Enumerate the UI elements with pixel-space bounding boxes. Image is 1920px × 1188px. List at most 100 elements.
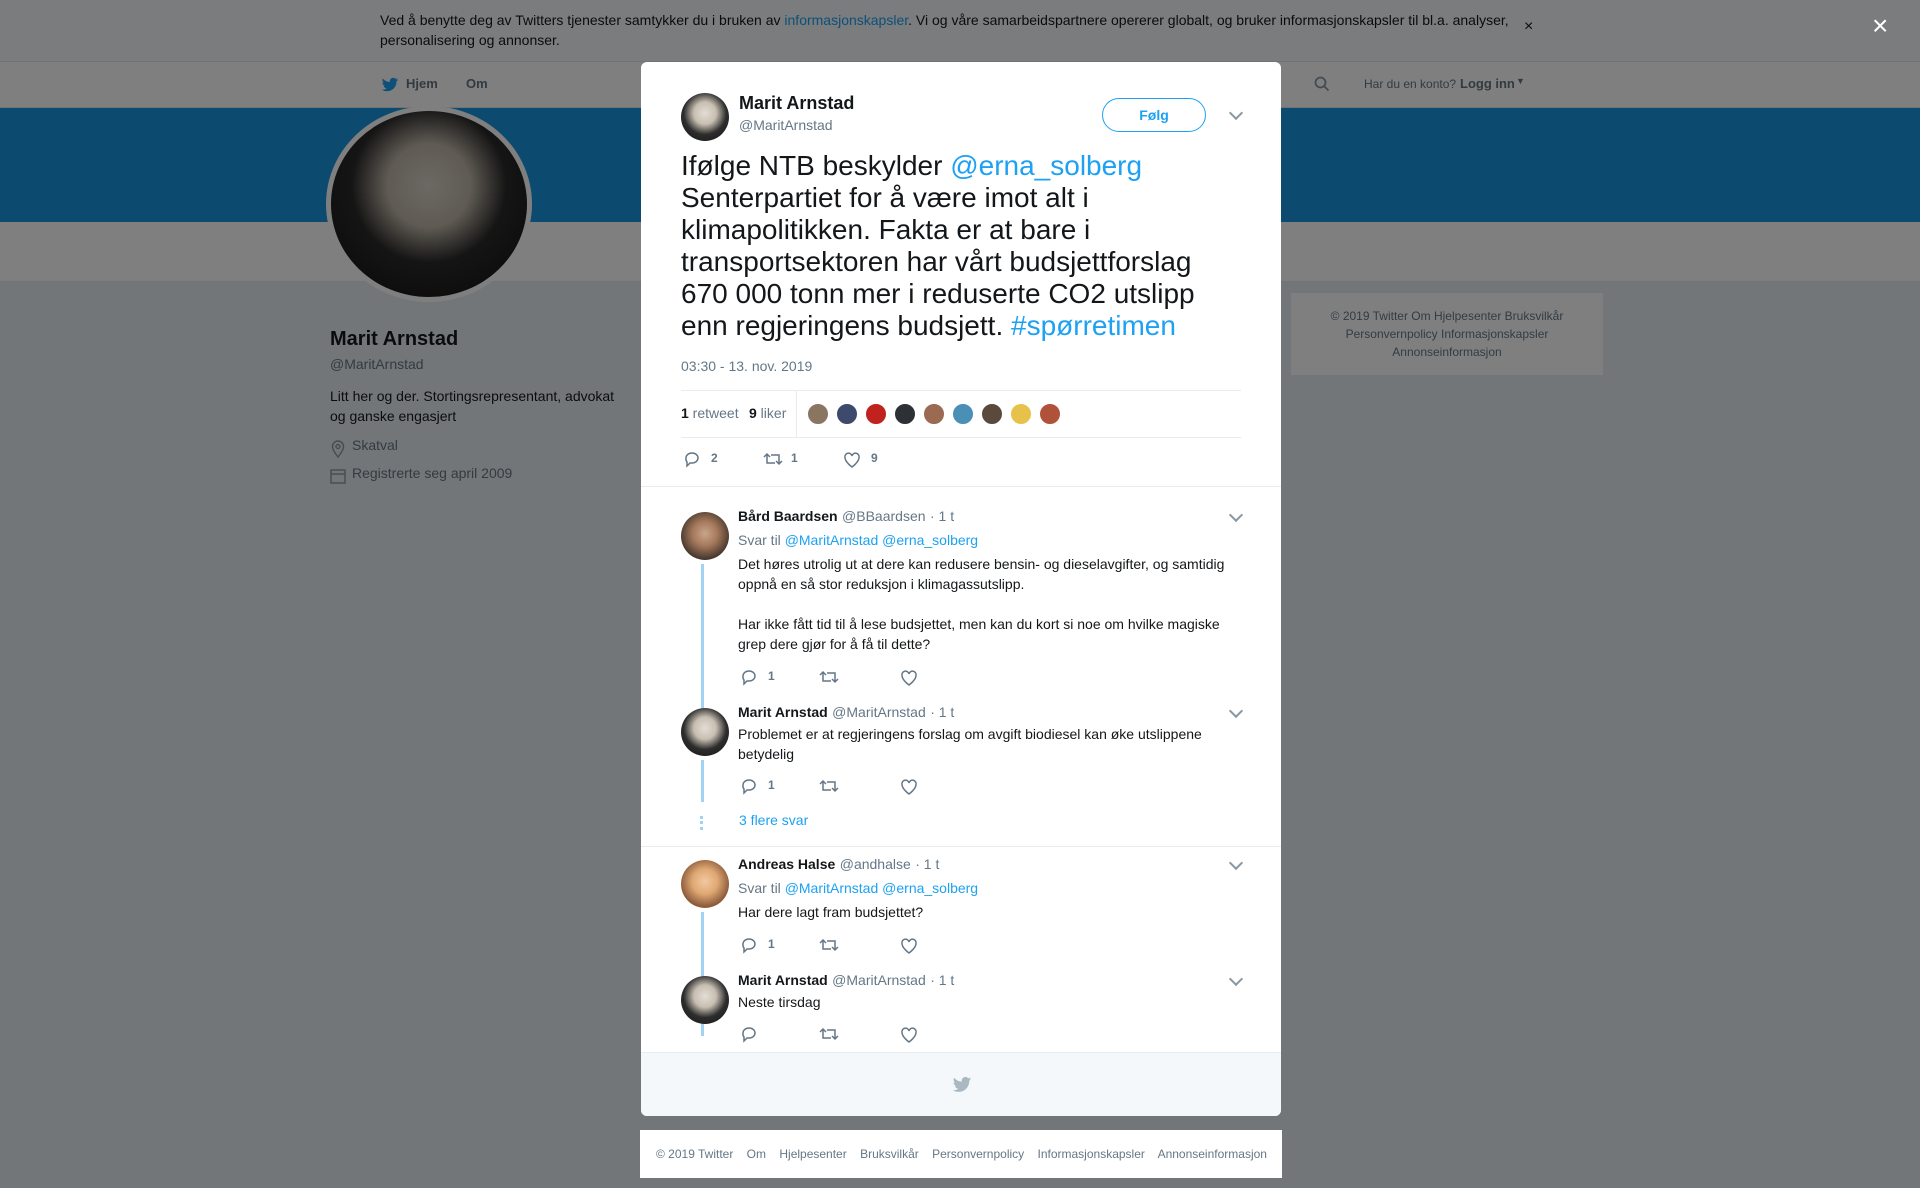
heart-icon[interactable] xyxy=(843,451,861,469)
reply-header: Marit Arnstad @MaritArnstad · 1 t xyxy=(738,704,954,722)
heart-icon[interactable] xyxy=(900,778,918,796)
avatar[interactable] xyxy=(681,976,729,1024)
heart-icon[interactable] xyxy=(900,1026,918,1044)
retweet-icon[interactable] xyxy=(819,777,839,795)
footer-link[interactable]: Annonseinformasjon xyxy=(1158,1147,1267,1161)
reply-count: 1 xyxy=(768,937,775,951)
liker-avatar[interactable] xyxy=(1039,403,1061,425)
mention-link[interactable]: @erna_solberg xyxy=(882,880,978,896)
chevron-down-icon[interactable] xyxy=(1228,507,1244,523)
reply-text: Har dere lagt fram budsjettet? xyxy=(738,904,924,920)
avatar[interactable] xyxy=(681,708,729,756)
more-replies-link[interactable]: 3 flere svar xyxy=(739,812,808,828)
divider xyxy=(641,486,1281,487)
reply-to-label: Svar til xyxy=(738,880,785,896)
footer-link[interactable]: Informasjonskapsler xyxy=(1038,1147,1145,1161)
reply-text: Det høres utrolig ut at dere kan reduser… xyxy=(738,556,1225,592)
reply-to-line: Svar til @MaritArnstad @erna_solberg xyxy=(738,880,978,896)
follow-button[interactable]: Følg xyxy=(1102,98,1206,132)
reply-time[interactable]: · 1 t xyxy=(930,704,954,720)
mention-link[interactable]: @erna_solberg xyxy=(950,150,1142,181)
reply-to-line: Svar til @MaritArnstad @erna_solberg xyxy=(738,532,978,548)
reply-time[interactable]: · 1 t xyxy=(930,508,954,524)
reply-author-handle[interactable]: @MaritArnstad xyxy=(832,972,926,988)
avatar[interactable] xyxy=(681,512,729,560)
footer-link[interactable]: Om xyxy=(747,1147,766,1161)
mention-link[interactable]: @MaritArnstad xyxy=(785,880,879,896)
reply-author-name[interactable]: Andreas Halse xyxy=(738,856,835,872)
retweet-icon[interactable] xyxy=(763,450,783,468)
tweet-timestamp[interactable]: 03:30 - 13. nov. 2019 xyxy=(681,358,812,374)
footer-link[interactable]: Personvernpolicy xyxy=(932,1147,1024,1161)
reply-icon[interactable] xyxy=(740,1025,758,1043)
reply-header: Marit Arnstad @MaritArnstad · 1 t xyxy=(738,972,954,990)
heart-icon[interactable] xyxy=(900,937,918,955)
reply-icon[interactable] xyxy=(740,777,758,795)
reply-text: Problemet er at regjeringens forslag om … xyxy=(738,726,1202,762)
reply-time[interactable]: · 1 t xyxy=(915,856,939,872)
chevron-down-icon[interactable] xyxy=(1228,971,1244,987)
bottom-footer: © 2019 Twitter Om Hjelpesenter Bruksvilk… xyxy=(640,1130,1282,1178)
retweet-icon[interactable] xyxy=(819,1025,839,1043)
reply-header: Andreas Halse @andhalse · 1 t xyxy=(738,856,939,874)
footer-link[interactable]: © 2019 Twitter xyxy=(656,1147,733,1161)
reply-author-handle[interactable]: @andhalse xyxy=(840,856,911,872)
stats-divider xyxy=(796,391,797,437)
avatar[interactable] xyxy=(681,93,729,141)
thread-line xyxy=(701,564,704,722)
chevron-down-icon[interactable] xyxy=(1228,855,1244,871)
reply-text: Har ikke fått tid til å lese budsjettet,… xyxy=(738,616,1220,652)
retweet-stat-label: retweet xyxy=(688,405,739,421)
liker-avatar[interactable] xyxy=(807,403,829,425)
reply-author-name[interactable]: Marit Arnstad xyxy=(738,972,828,988)
reply-author-name[interactable]: Bård Baardsen xyxy=(738,508,838,524)
retweet-stat[interactable]: 1 retweet xyxy=(681,405,739,421)
retweet-icon[interactable] xyxy=(819,668,839,686)
reply-count: 1 xyxy=(768,669,775,683)
reply-author-name[interactable]: Marit Arnstad xyxy=(738,704,828,720)
chevron-down-icon[interactable] xyxy=(1228,703,1244,719)
liker-avatar[interactable] xyxy=(981,403,1003,425)
like-stat-label: liker xyxy=(756,405,787,421)
modal-footer xyxy=(641,1052,1281,1116)
reply-count: 2 xyxy=(711,451,718,465)
divider xyxy=(641,846,1281,847)
liker-avatar[interactable] xyxy=(1010,403,1032,425)
liker-avatar[interactable] xyxy=(952,403,974,425)
reply-author-handle[interactable]: @MaritArnstad xyxy=(832,704,926,720)
mention-link[interactable]: @erna_solberg xyxy=(882,532,978,548)
avatar[interactable] xyxy=(681,860,729,908)
liker-avatar[interactable] xyxy=(894,403,916,425)
reply-header: Bård Baardsen @BBaardsen · 1 t xyxy=(738,508,954,526)
reply-count: 1 xyxy=(768,778,775,792)
close-icon[interactable]: × xyxy=(1872,12,1888,40)
reply-to-label: Svar til xyxy=(738,532,785,548)
chevron-down-icon[interactable] xyxy=(1228,105,1244,121)
thread-dots xyxy=(700,816,705,830)
like-count: 9 xyxy=(871,451,878,465)
footer-link[interactable]: Hjelpesenter xyxy=(779,1147,846,1161)
footer-link[interactable]: Bruksvilkår xyxy=(860,1147,919,1161)
mention-link[interactable]: @MaritArnstad xyxy=(785,532,879,548)
like-stat[interactable]: 9 liker xyxy=(749,405,786,421)
reply-time[interactable]: · 1 t xyxy=(930,972,954,988)
heart-icon[interactable] xyxy=(900,669,918,687)
tweet-author-name[interactable]: Marit Arnstad xyxy=(739,93,854,114)
thread-line xyxy=(701,760,704,802)
liker-avatar[interactable] xyxy=(865,403,887,425)
retweet-icon[interactable] xyxy=(819,936,839,954)
like-stat-count: 9 xyxy=(749,405,757,421)
retweet-count: 1 xyxy=(791,451,798,465)
reply-author-handle[interactable]: @BBaardsen xyxy=(842,508,925,524)
tweet-modal: Marit Arnstad @MaritArnstad Følg Ifølge … xyxy=(641,62,1281,1116)
liker-avatar[interactable] xyxy=(836,403,858,425)
reply-icon[interactable] xyxy=(683,450,701,468)
liker-avatar[interactable] xyxy=(923,403,945,425)
reply-icon[interactable] xyxy=(740,936,758,954)
tweet-text: Ifølge NTB beskylder @erna_solberg Sente… xyxy=(681,150,1241,342)
tweet-stats: 1 retweet 9 liker xyxy=(681,390,1241,438)
retweet-stat-count: 1 xyxy=(681,405,689,421)
tweet-author-handle[interactable]: @MaritArnstad xyxy=(739,117,833,133)
reply-icon[interactable] xyxy=(740,668,758,686)
hashtag-link[interactable]: #spørretimen xyxy=(1011,310,1176,341)
